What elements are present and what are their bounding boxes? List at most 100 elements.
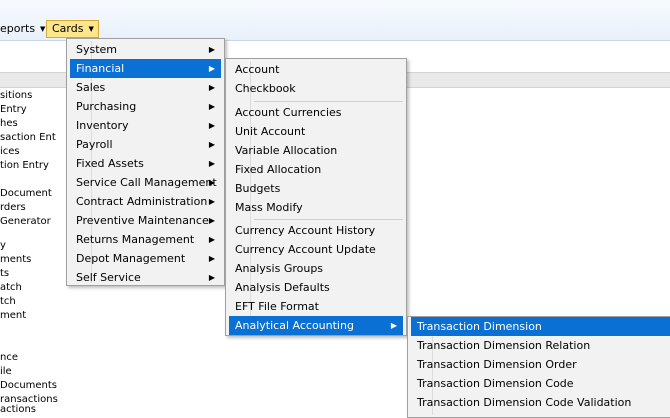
financial-menu-item-unit-account[interactable]: Unit Account [229,122,403,141]
financial-menu-item-analysis-defaults[interactable]: Analysis Defaults [229,278,403,297]
cards-menu-item-self-service[interactable]: Self Service ▶ [70,268,221,287]
financial-menu-item-currency-account-history[interactable]: Currency Account History [229,221,403,240]
cards-menu-item-financial[interactable]: Financial ▶ [70,59,221,78]
nav-list-item[interactable]: ment [0,310,26,322]
cards-menu-item-service-call-management[interactable]: Service Call Management ▶ [70,173,221,192]
menu-item-label: Inventory [76,119,129,132]
menu-item-label: Self Service [76,271,141,284]
financial-menu-item-account-currencies[interactable]: Account Currencies [229,103,403,122]
chevron-right-icon: ▶ [208,64,215,73]
menu-item-label: Currency Account Update [235,243,376,256]
menu-item-label: Transaction Dimension [417,320,542,333]
menu-item-label: Mass Modify [235,201,303,214]
menu-cards[interactable]: Cards ▼ [46,20,99,38]
chevron-right-icon: ▶ [208,159,215,168]
chevron-right-icon: ▶ [208,254,215,263]
nav-list-item[interactable]: tion Entry [0,160,49,172]
analytical-accounting-submenu: Transaction Dimension Transaction Dimensi… [407,316,670,418]
menu-bar: eports ▼ Cards ▼ [0,0,670,41]
nav-list-item[interactable]: Generator [0,216,51,228]
analytical-menu-item-transaction-dimension[interactable]: Transaction Dimension [411,317,670,336]
financial-menu-item-variable-allocation[interactable]: Variable Allocation [229,141,403,160]
menu-item-label: Transaction Dimension Code [417,377,574,390]
nav-list-item[interactable]: ments [0,254,31,266]
chevron-right-icon: ▶ [208,121,215,130]
financial-menu-item-analysis-groups[interactable]: Analysis Groups [229,259,403,278]
cards-menu-item-fixed-assets[interactable]: Fixed Assets ▶ [70,154,221,173]
menu-item-label: Preventive Maintenance [76,214,209,227]
menu-item-label: Unit Account [235,125,306,138]
cards-menu-item-system[interactable]: System ▶ [70,40,221,59]
menu-item-label: Analysis Groups [235,262,324,275]
financial-menu-item-checkbook[interactable]: Checkbook [229,79,403,98]
menu-item-label: Depot Management [76,252,186,265]
cards-menu-item-purchasing[interactable]: Purchasing ▶ [70,97,221,116]
analytical-menu-item-transaction-dimension-code-validation[interactable]: Transaction Dimension Code Validation [411,393,670,412]
nav-list-item[interactable]: sitions [0,90,32,102]
chevron-right-icon: ▶ [208,178,215,187]
menu-reports[interactable]: eports ▼ [0,20,49,38]
cards-menu-item-sales[interactable]: Sales ▶ [70,78,221,97]
cards-menu-item-preventive-maintenance[interactable]: Preventive Maintenance ▶ [70,211,221,230]
menu-item-label: Account [235,63,280,76]
menu-item-label: Transaction Dimension Code Validation [417,396,632,409]
menu-cards-label: Cards [52,22,84,35]
nav-list-item[interactable]: actions [0,404,36,416]
menu-item-label: Fixed Assets [76,157,144,170]
nav-list-item[interactable]: ts [0,268,9,280]
analytical-menu-item-transaction-dimension-relation[interactable]: Transaction Dimension Relation [411,336,670,355]
menu-item-label: Purchasing [76,100,137,113]
nav-list-item[interactable]: y [0,240,6,252]
nav-list-item[interactable]: atch [0,282,22,294]
cards-menu-item-returns-management[interactable]: Returns Management ▶ [70,230,221,249]
chevron-right-icon: ▶ [390,321,397,330]
financial-menu-item-currency-account-update[interactable]: Currency Account Update [229,240,403,259]
nav-list-item[interactable]: Entry [0,104,27,116]
nav-list-item[interactable]: Documents [0,380,57,392]
financial-menu-item-eft-file-format[interactable]: EFT File Format [229,297,403,316]
nav-list-item[interactable]: ices [0,146,20,158]
nav-list-item[interactable]: hes [0,118,18,130]
chevron-right-icon: ▶ [208,45,215,54]
financial-menu-item-fixed-allocation[interactable]: Fixed Allocation [229,160,403,179]
nav-list-item[interactable]: rders [0,202,26,214]
cards-menu-item-payroll[interactable]: Payroll ▶ [70,135,221,154]
chevron-right-icon: ▶ [208,83,215,92]
financial-menu-item-mass-modify[interactable]: Mass Modify [229,198,403,217]
menu-separator [254,219,403,220]
menu-item-label: Checkbook [235,82,296,95]
menu-item-label: EFT File Format [235,300,319,313]
nav-list-item[interactable]: nce [0,352,18,364]
financial-menu-item-analytical-accounting[interactable]: Analytical Accounting ▶ [229,316,403,335]
cards-menu-item-contract-administration[interactable]: Contract Administration ▶ [70,192,221,211]
caret-down-icon: ▼ [88,25,94,33]
nav-list-item[interactable]: Document [0,188,52,200]
menu-item-label: Financial [76,62,125,75]
cards-menu-item-inventory[interactable]: Inventory ▶ [70,116,221,135]
menu-item-label: Analytical Accounting [235,319,354,332]
nav-list-item[interactable]: saction Ent [0,132,56,144]
menu-item-label: Account Currencies [235,106,342,119]
chevron-right-icon: ▶ [208,197,215,206]
chevron-right-icon: ▶ [208,235,215,244]
menu-item-label: Budgets [235,182,281,195]
chevron-right-icon: ▶ [208,273,215,282]
financial-menu-item-account[interactable]: Account [229,60,403,79]
menu-item-label: Contract Administration [76,195,208,208]
nav-list-item[interactable]: ile [0,366,12,378]
menu-item-label: Service Call Management [76,176,217,189]
nav-list-item[interactable]: tch [0,296,16,308]
menu-item-label: Variable Allocation [235,144,338,157]
chevron-right-icon: ▶ [208,102,215,111]
analytical-menu-item-transaction-dimension-code[interactable]: Transaction Dimension Code [411,374,670,393]
menu-separator [254,101,403,102]
financial-menu-item-budgets[interactable]: Budgets [229,179,403,198]
menu-item-label: Returns Management [76,233,195,246]
analytical-menu-item-transaction-dimension-order[interactable]: Transaction Dimension Order [411,355,670,374]
menu-item-label: Analysis Defaults [235,281,330,294]
menu-item-label: Transaction Dimension Order [417,358,577,371]
cards-menu-item-depot-management[interactable]: Depot Management ▶ [70,249,221,268]
menu-item-label: Transaction Dimension Relation [417,339,591,352]
chevron-right-icon: ▶ [208,140,215,149]
menu-item-label: Currency Account History [235,224,376,237]
